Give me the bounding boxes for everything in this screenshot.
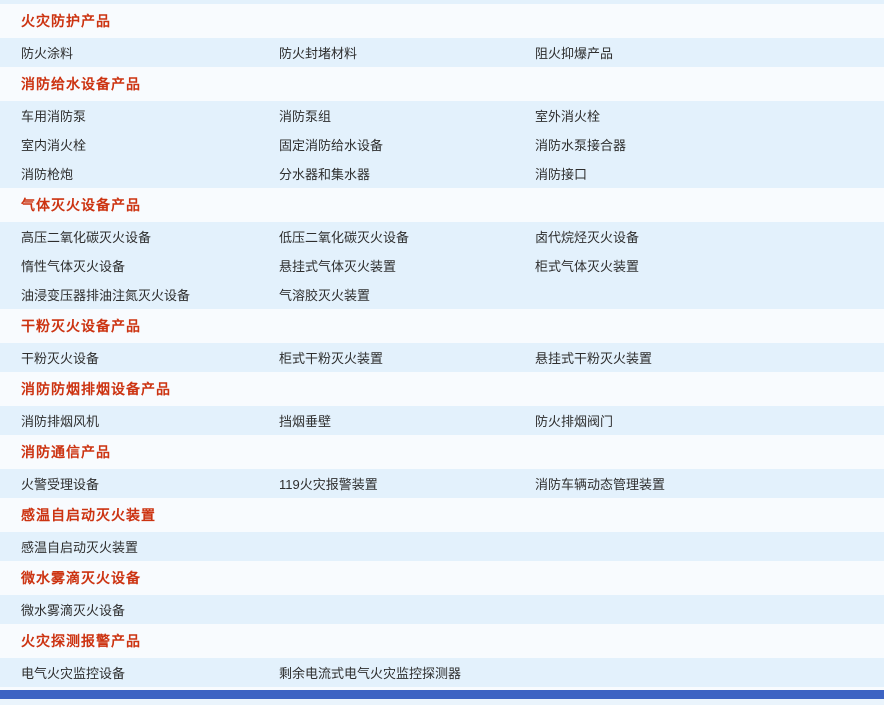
product-link[interactable]: 悬挂式气体灭火装置 <box>279 256 535 275</box>
product-link[interactable]: 油浸变压器排油注氮灭火设备 <box>21 285 279 304</box>
category-title[interactable]: 气体灭火设备产品 <box>21 195 141 215</box>
product-link[interactable]: 阻火抑爆产品 <box>535 43 884 62</box>
product-link[interactable]: 室内消火栓 <box>21 135 279 154</box>
product-link[interactable]: 卤代烷烃灭火设备 <box>535 227 884 246</box>
product-category-list: 火灾防护产品防火涂料防火封堵材料阻火抑爆产品消防给水设备产品车用消防泵消防泵组室… <box>0 4 884 687</box>
product-link[interactable]: 防火排烟阀门 <box>535 411 884 430</box>
category-title[interactable]: 消防通信产品 <box>21 442 111 462</box>
product-link[interactable]: 柜式干粉灭火装置 <box>279 348 535 367</box>
item-row: 微水雾滴灭火设备 <box>0 595 884 624</box>
product-link[interactable]: 消防水泵接合器 <box>535 135 884 154</box>
category-title[interactable]: 消防防烟排烟设备产品 <box>21 379 171 399</box>
product-link[interactable]: 消防泵组 <box>279 106 535 125</box>
item-row: 防火涂料防火封堵材料阻火抑爆产品 <box>0 38 884 67</box>
product-link[interactable]: 固定消防给水设备 <box>279 135 535 154</box>
product-link[interactable]: 119火灾报警装置 <box>279 474 535 493</box>
product-link[interactable]: 低压二氧化碳灭火设备 <box>279 227 535 246</box>
product-link[interactable]: 消防枪炮 <box>21 164 279 183</box>
product-link[interactable]: 感温自启动灭火装置 <box>21 537 279 556</box>
product-link[interactable]: 防火封堵材料 <box>279 43 535 62</box>
category-title[interactable]: 火灾探测报警产品 <box>21 631 141 651</box>
item-row: 高压二氧化碳灭火设备低压二氧化碳灭火设备卤代烷烃灭火设备 <box>0 222 884 251</box>
product-link[interactable]: 消防车辆动态管理装置 <box>535 474 884 493</box>
product-link[interactable]: 消防排烟风机 <box>21 411 279 430</box>
section-header-row: 火灾探测报警产品 <box>0 624 884 658</box>
item-row: 惰性气体灭火设备悬挂式气体灭火装置柜式气体灭火装置 <box>0 251 884 280</box>
item-row: 干粉灭火设备柜式干粉灭火装置悬挂式干粉灭火装置 <box>0 343 884 372</box>
product-link[interactable]: 电气火灾监控设备 <box>21 663 279 682</box>
category-title[interactable]: 微水雾滴灭火设备 <box>21 568 141 588</box>
item-row: 电气火灾监控设备剩余电流式电气火灾监控探测器 <box>0 658 884 687</box>
product-link[interactable]: 分水器和集水器 <box>279 164 535 183</box>
product-link[interactable]: 火警受理设备 <box>21 474 279 493</box>
product-link[interactable]: 车用消防泵 <box>21 106 279 125</box>
item-row: 火警受理设备119火灾报警装置消防车辆动态管理装置 <box>0 469 884 498</box>
item-row: 感温自启动灭火装置 <box>0 532 884 561</box>
section-header-row: 火灾防护产品 <box>0 4 884 38</box>
item-row: 消防排烟风机挡烟垂壁防火排烟阀门 <box>0 406 884 435</box>
section-header-row: 感温自启动灭火装置 <box>0 498 884 532</box>
product-link[interactable]: 剩余电流式电气火灾监控探测器 <box>279 663 535 682</box>
section-header-row: 消防防烟排烟设备产品 <box>0 372 884 406</box>
product-link[interactable]: 柜式气体灭火装置 <box>535 256 884 275</box>
item-row: 消防枪炮分水器和集水器消防接口 <box>0 159 884 188</box>
section-header-row: 气体灭火设备产品 <box>0 188 884 222</box>
product-link[interactable]: 高压二氧化碳灭火设备 <box>21 227 279 246</box>
product-link[interactable]: 惰性气体灭火设备 <box>21 256 279 275</box>
section-header-row: 消防给水设备产品 <box>0 67 884 101</box>
item-row: 车用消防泵消防泵组室外消火栓 <box>0 101 884 130</box>
product-link[interactable]: 消防接口 <box>535 164 884 183</box>
section-header-row: 消防通信产品 <box>0 435 884 469</box>
category-title[interactable]: 干粉灭火设备产品 <box>21 316 141 336</box>
product-link[interactable]: 悬挂式干粉灭火装置 <box>535 348 884 367</box>
product-link[interactable]: 干粉灭火设备 <box>21 348 279 367</box>
product-link[interactable]: 气溶胶灭火装置 <box>279 285 535 304</box>
section-header-row: 干粉灭火设备产品 <box>0 309 884 343</box>
item-row: 油浸变压器排油注氮灭火设备气溶胶灭火装置 <box>0 280 884 309</box>
product-link[interactable]: 微水雾滴灭火设备 <box>21 600 279 619</box>
bottom-bar <box>0 690 884 699</box>
product-link[interactable]: 室外消火栓 <box>535 106 884 125</box>
product-link[interactable]: 防火涂料 <box>21 43 279 62</box>
category-title[interactable]: 消防给水设备产品 <box>21 74 141 94</box>
product-link[interactable]: 挡烟垂壁 <box>279 411 535 430</box>
section-header-row: 微水雾滴灭火设备 <box>0 561 884 595</box>
item-row: 室内消火栓固定消防给水设备消防水泵接合器 <box>0 130 884 159</box>
category-title[interactable]: 火灾防护产品 <box>21 11 111 31</box>
category-title[interactable]: 感温自启动灭火装置 <box>21 505 156 525</box>
